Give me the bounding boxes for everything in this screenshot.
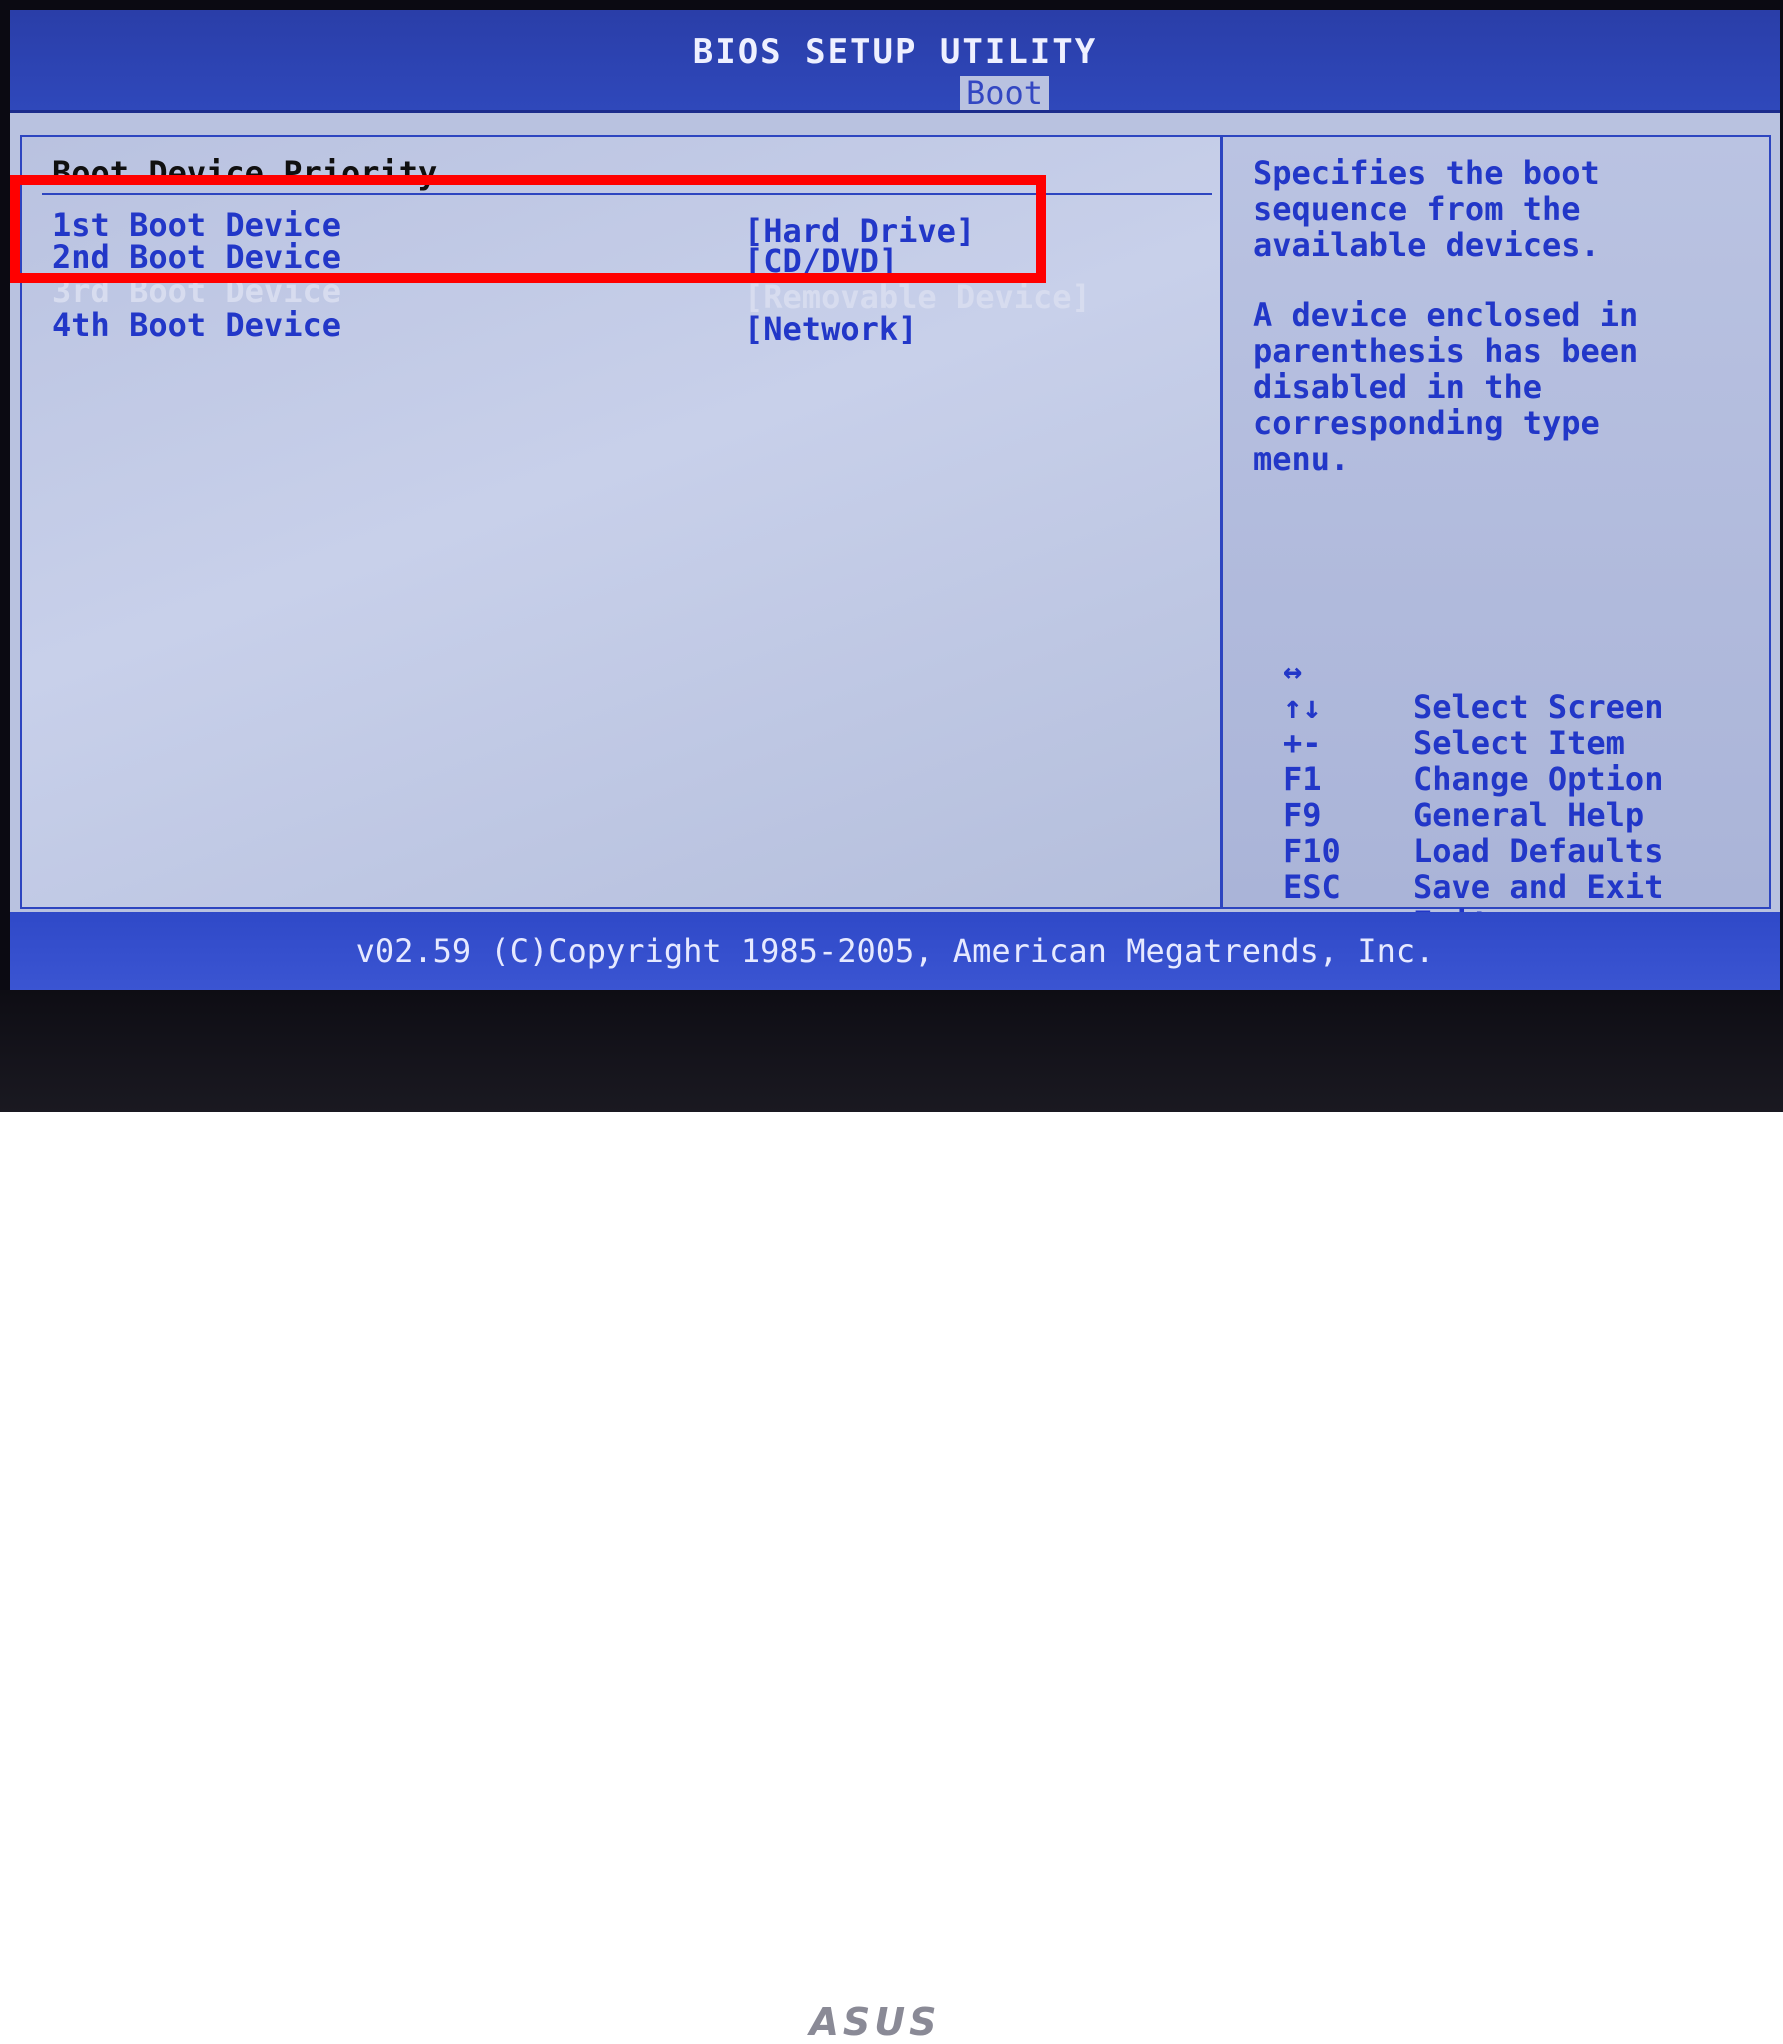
tab-boot[interactable]: Boot bbox=[960, 76, 1050, 110]
red-highlight-box bbox=[10, 175, 1046, 283]
help-line-5: A device enclosed in bbox=[1253, 296, 1639, 334]
help-line: parenthesis has been bbox=[1253, 333, 1638, 369]
asus-logo: ASUS bbox=[809, 2000, 941, 2044]
help-line-7: disabled in the bbox=[1253, 368, 1542, 406]
help-line: A device enclosed in bbox=[1253, 297, 1638, 333]
help-line: Specifies the boot bbox=[1253, 155, 1600, 191]
laptop-bezel: ASUS bbox=[0, 990, 1783, 2044]
bios-title: BIOS SETUP UTILITY bbox=[692, 32, 1098, 72]
boot-device-4-label[interactable]: 4th Boot Device bbox=[52, 307, 341, 343]
copyright-footer: v02.59 (C)Copyright 1985-2005, American … bbox=[10, 912, 1780, 990]
key-esc: ESC bbox=[1283, 868, 1341, 906]
help-line: available devices. bbox=[1253, 227, 1600, 263]
help-line: disabled in the bbox=[1253, 369, 1542, 405]
help-line-2: sequence from the bbox=[1253, 190, 1581, 228]
help-line: menu. bbox=[1253, 441, 1349, 477]
bios-screen: BIOS SETUP UTILITY Boot Boot Device Prio… bbox=[10, 10, 1780, 990]
help-panel: Specifies the boot sequence from the ava… bbox=[1220, 135, 1771, 941]
boot-device-4-value[interactable]: [Network] bbox=[744, 311, 917, 347]
help-line-3: available devices. bbox=[1253, 226, 1600, 264]
title-bar: BIOS SETUP UTILITY Boot bbox=[10, 10, 1780, 113]
help-line-9: menu. bbox=[1253, 440, 1350, 478]
help-line-1: Specifies the boot bbox=[1253, 154, 1600, 192]
help-line: corresponding type bbox=[1253, 405, 1600, 441]
help-line: sequence from the bbox=[1253, 191, 1581, 227]
help-line-6: parenthesis has been bbox=[1253, 332, 1639, 370]
help-line-8: corresponding type bbox=[1253, 404, 1600, 442]
